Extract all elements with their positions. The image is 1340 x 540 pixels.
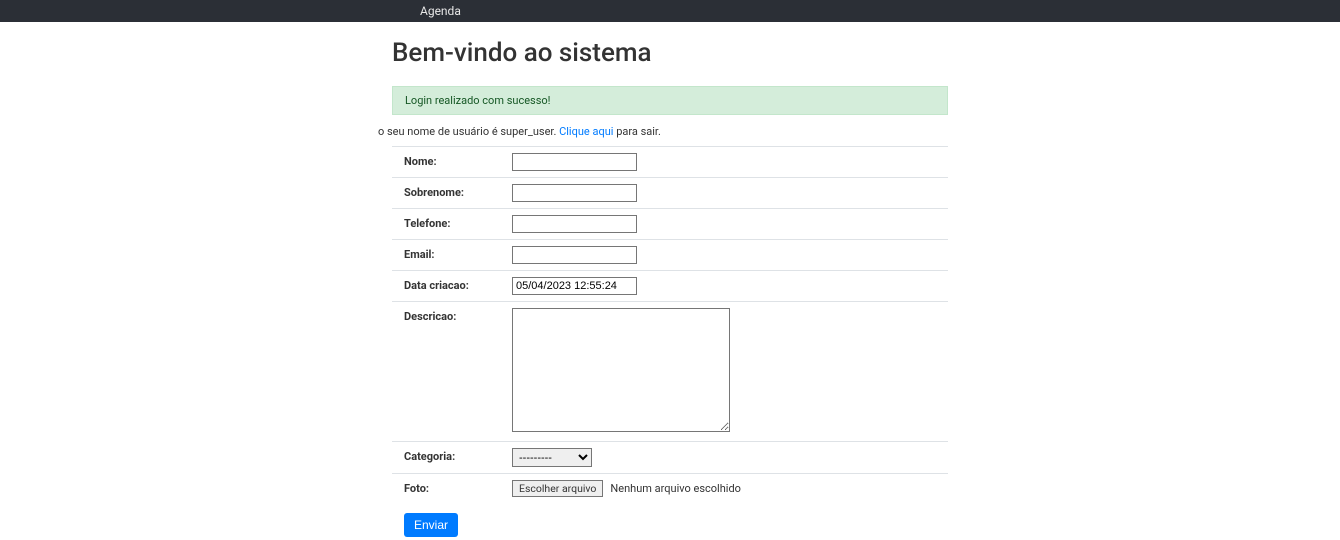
label-categoria: Categoria: bbox=[392, 448, 512, 463]
row-categoria: Categoria: --------- bbox=[392, 442, 948, 474]
form-section: Nome: Sobrenome: Telefone: Email: Data c bbox=[392, 146, 948, 503]
label-sobrenome: Sobrenome: bbox=[392, 184, 512, 199]
row-descricao: Descricao: bbox=[392, 302, 948, 442]
file-choose-button[interactable]: Escolher arquivo bbox=[512, 480, 603, 497]
row-email: Email: bbox=[392, 240, 948, 271]
submit-button[interactable]: Enviar bbox=[404, 513, 458, 537]
file-status-text: Nenhum arquivo escolhido bbox=[610, 482, 741, 495]
input-telefone[interactable] bbox=[512, 215, 637, 233]
navbar-brand[interactable]: Agenda bbox=[420, 4, 461, 18]
label-foto: Foto: bbox=[392, 480, 512, 495]
row-sobrenome: Sobrenome: bbox=[392, 178, 948, 209]
alert-message: Login realizado com sucesso! bbox=[405, 94, 551, 107]
label-telefone: Telefone: bbox=[392, 215, 512, 230]
info-suffix: para sair. bbox=[613, 125, 660, 138]
textarea-descricao[interactable] bbox=[512, 308, 730, 432]
logout-link[interactable]: Clique aqui bbox=[559, 125, 613, 138]
row-telefone: Telefone: bbox=[392, 209, 948, 240]
navbar: Agenda bbox=[0, 0, 1340, 22]
label-email: Email: bbox=[392, 246, 512, 261]
input-nome[interactable] bbox=[512, 153, 637, 171]
row-data-criacao: Data criacao: bbox=[392, 271, 948, 302]
select-categoria[interactable]: --------- bbox=[512, 448, 592, 467]
row-nome: Nome: bbox=[392, 147, 948, 178]
label-data-criacao: Data criacao: bbox=[392, 277, 512, 292]
main-container: Bem-vindo ao sistema Login realizado com… bbox=[392, 22, 948, 537]
info-prefix: o seu nome de usuário é super_user. bbox=[378, 125, 559, 138]
user-info-line: o seu nome de usuário é super_user. Cliq… bbox=[378, 125, 948, 142]
alert-success: Login realizado com sucesso! bbox=[392, 86, 948, 115]
row-foto: Foto: Escolher arquivo Nenhum arquivo es… bbox=[392, 474, 948, 503]
input-sobrenome[interactable] bbox=[512, 184, 637, 202]
input-email[interactable] bbox=[512, 246, 637, 264]
page-title: Bem-vindo ao sistema bbox=[392, 38, 948, 68]
label-nome: Nome: bbox=[392, 153, 512, 168]
label-descricao: Descricao: bbox=[392, 308, 512, 323]
input-data-criacao[interactable] bbox=[512, 277, 637, 295]
